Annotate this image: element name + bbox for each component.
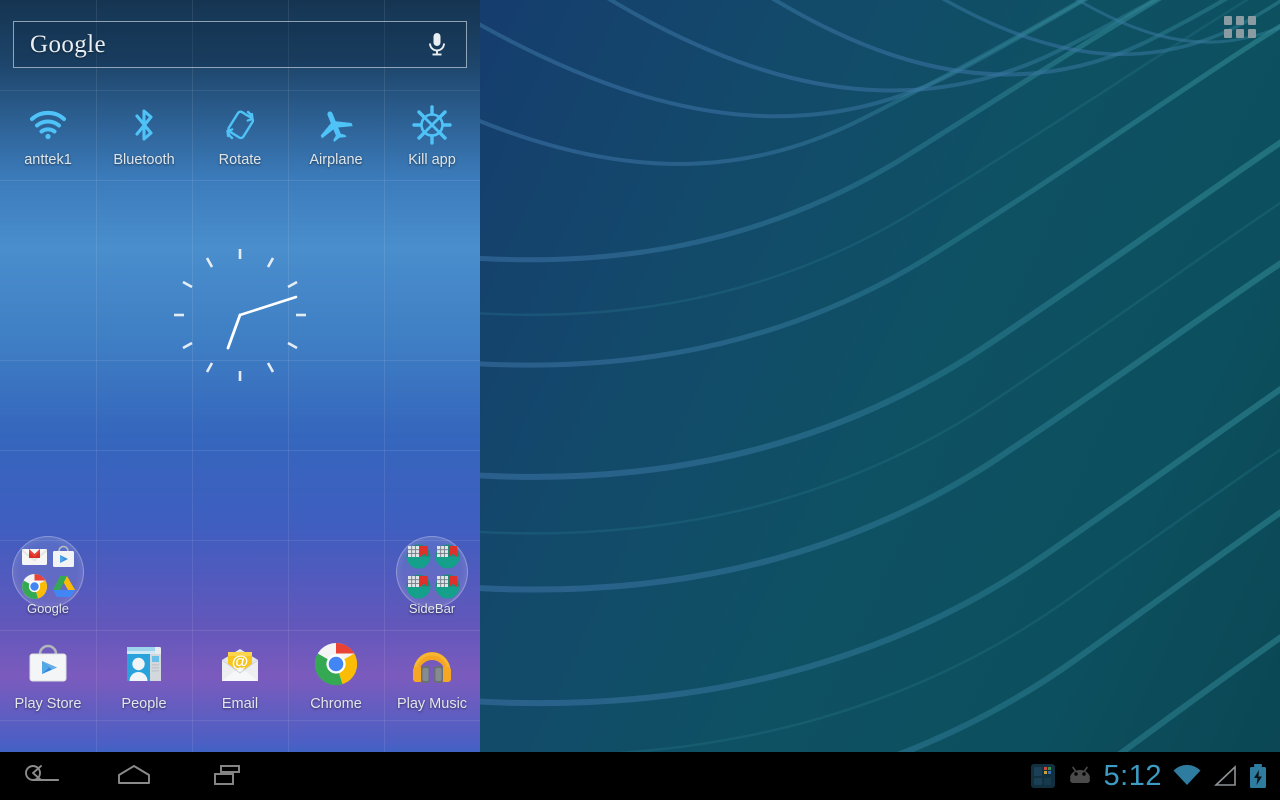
- home-icon[interactable]: [106, 756, 162, 796]
- app-drawer-button[interactable]: [1224, 16, 1256, 38]
- google-search-bar[interactable]: Google: [13, 21, 467, 68]
- dock-item-label: People: [121, 696, 167, 712]
- navigation-buttons[interactable]: [12, 756, 256, 796]
- toggle-kill-app[interactable]: Kill app: [384, 95, 480, 185]
- microphone-icon[interactable]: [426, 32, 448, 58]
- app-drawer-dot: [1224, 16, 1232, 25]
- toggle-airplane[interactable]: Airplane: [288, 95, 384, 185]
- dock[interactable]: Play Store People @ Email Chrome Play Mu…: [0, 632, 480, 720]
- dock-item-people[interactable]: People: [96, 632, 192, 720]
- dock-item-label: Chrome: [310, 696, 362, 712]
- android-bugdroid-icon[interactable]: [1066, 765, 1094, 787]
- wifi-icon: [29, 104, 67, 146]
- status-clock[interactable]: 5:12: [1104, 760, 1162, 793]
- dock-item-email[interactable]: @ Email: [192, 632, 288, 720]
- toggle-label: Rotate: [218, 152, 262, 168]
- sidebar-app-icon: [434, 543, 461, 570]
- google-brand-label: Google: [30, 30, 106, 58]
- app-drawer-dot: [1248, 29, 1256, 38]
- system-navigation-bar: 5:12: [0, 752, 1280, 800]
- dock-item-play-store[interactable]: Play Store: [0, 632, 96, 720]
- folder-google[interactable]: Google: [0, 536, 96, 632]
- sidebar-app-icon: [434, 573, 461, 600]
- grid-line-horizontal: [0, 450, 480, 451]
- back-icon[interactable]: [12, 756, 68, 796]
- folder-label: Google: [27, 601, 69, 616]
- grid-line-horizontal: [0, 720, 480, 721]
- gmail-icon: [21, 543, 48, 570]
- toggle-rotate[interactable]: Rotate: [192, 95, 288, 185]
- folder-sidebar[interactable]: SideBar: [384, 536, 480, 632]
- quick-toggles-widget[interactable]: anttek1 Bluetooth Rotate Airplane Kill a…: [0, 95, 480, 185]
- toggle-bluetooth[interactable]: Bluetooth: [96, 95, 192, 185]
- email-icon: @: [216, 640, 264, 688]
- signal-empty-icon[interactable]: [1212, 764, 1238, 788]
- chrome-icon: [21, 573, 48, 600]
- toggle-label: Kill app: [408, 152, 456, 168]
- app-grid-notification-icon[interactable]: [1030, 763, 1056, 789]
- dock-item-label: Play Store: [14, 696, 82, 712]
- kill-app-icon: [412, 104, 452, 146]
- toggle-label: Airplane: [309, 152, 363, 168]
- app-drawer-dot: [1236, 16, 1244, 25]
- bluetooth-icon: [131, 104, 157, 146]
- folder-preview: [12, 536, 84, 608]
- app-drawer-dot: [1236, 29, 1244, 38]
- toggle-label: anttek1: [24, 152, 72, 168]
- toggle-wifi[interactable]: anttek1: [0, 95, 96, 185]
- play-music-icon: [408, 640, 456, 688]
- rotate-icon: [221, 104, 259, 146]
- play-store-icon: [50, 543, 77, 570]
- status-area[interactable]: 5:12: [1030, 760, 1280, 793]
- wifi-status-icon[interactable]: [1172, 764, 1202, 788]
- app-drawer-dot: [1248, 16, 1256, 25]
- dock-item-chrome[interactable]: Chrome: [288, 632, 384, 720]
- recents-icon[interactable]: [200, 756, 256, 796]
- folder-preview: [396, 536, 468, 608]
- dock-item-label: Play Music: [396, 696, 468, 712]
- dock-item-label: Email: [221, 696, 259, 712]
- drive-icon: [50, 573, 77, 600]
- people-icon: [120, 640, 168, 688]
- home-screen-panel[interactable]: Google anttek1 Bluetooth Rotate Airplane…: [0, 0, 480, 752]
- folder-label: SideBar: [408, 601, 456, 616]
- battery-charging-icon[interactable]: [1248, 763, 1268, 789]
- dock-item-play-music[interactable]: Play Music: [384, 632, 480, 720]
- play-store-icon: [24, 640, 72, 688]
- toggle-label: Bluetooth: [113, 152, 175, 168]
- sidebar-app-icon: [405, 543, 432, 570]
- analog-clock-widget[interactable]: [165, 240, 315, 390]
- airplane-icon: [316, 104, 356, 146]
- sidebar-app-icon: [405, 573, 432, 600]
- app-drawer-dot: [1224, 29, 1232, 38]
- grid-line-horizontal: [0, 90, 480, 91]
- chrome-icon: [312, 640, 360, 688]
